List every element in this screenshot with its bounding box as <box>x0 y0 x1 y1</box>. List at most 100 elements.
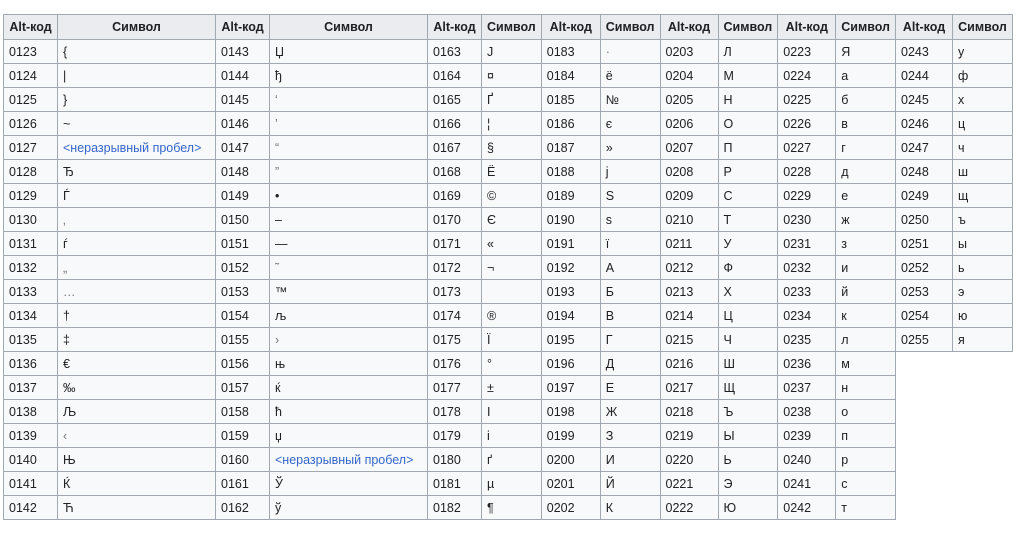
symbol-cell: Ќ <box>57 471 216 496</box>
symbol-cell: ў <box>269 495 428 520</box>
symbol-cell: Ч <box>717 327 779 352</box>
alt-code-cell: 0217 <box>659 375 719 400</box>
alt-code-cell: 0140 <box>3 447 58 472</box>
alt-code-cell: 0230 <box>777 207 837 232</box>
alt-code-cell: 0174 <box>427 303 482 328</box>
alt-code-cell: 0189 <box>540 183 601 208</box>
symbol-cell: І <box>481 399 542 424</box>
alt-code-cell: 0127 <box>3 135 58 160</box>
header-alt-code[interactable]: Alt-код <box>3 14 58 40</box>
alt-code-cell: 0220 <box>659 447 719 472</box>
alt-code-cell: 0184 <box>540 63 601 88</box>
header-symbol[interactable]: Символ <box>269 14 428 40</box>
empty-cell <box>952 423 1013 448</box>
alt-code-cell: 0235 <box>777 327 837 352</box>
symbol-cell: ѕ <box>599 207 661 232</box>
alt-code-cell: 0131 <box>3 231 58 256</box>
alt-code-cell: 0167 <box>427 135 482 160</box>
alt-code-cell: 0170 <box>427 207 482 232</box>
header-alt-code[interactable]: Alt-код <box>777 14 837 40</box>
empty-cell <box>952 495 1013 520</box>
alt-code-cell: 0183 <box>540 39 601 64</box>
symbol-cell: Ѓ <box>57 183 216 208</box>
header-symbol[interactable]: Символ <box>481 14 542 40</box>
symbol-cell: € <box>57 351 216 376</box>
symbol-cell: М <box>717 63 779 88</box>
alt-code-cell: 0162 <box>215 495 270 520</box>
symbol-cell: ® <box>481 303 542 328</box>
alt-code-cell: 0251 <box>895 231 953 256</box>
alt-code-cell: 0155 <box>215 327 270 352</box>
alt-code-cell: 0166 <box>427 111 482 136</box>
alt-code-cell: 0172 <box>427 255 482 280</box>
alt-code-table-container: Alt-код Символ Alt-код Символ Alt-код Символ A… <box>3 14 1013 520</box>
alt-code-cell: 0163 <box>427 39 482 64</box>
alt-code-cell: 0132 <box>3 255 58 280</box>
alt-code-cell: 0231 <box>777 231 837 256</box>
alt-code-cell: 0247 <box>895 135 953 160</box>
alt-code-cell: 0219 <box>659 423 719 448</box>
alt-code-cell: 0229 <box>777 183 837 208</box>
symbol-cell: х <box>952 87 1013 112</box>
alt-code-cell: 0246 <box>895 111 953 136</box>
header-alt-code[interactable]: Alt-код <box>895 14 953 40</box>
symbol-cell: я <box>952 327 1013 352</box>
alt-code-cell: 0181 <box>427 471 482 496</box>
table-row: 0128 Ђ 0148” 0168 Ё 0188 ј 0208 Р 0228 д 0248 ш <box>3 159 1013 184</box>
header-symbol[interactable]: Символ <box>717 14 779 40</box>
symbol-cell: ™ <box>269 279 428 304</box>
header-symbol[interactable]: Символ <box>57 14 216 40</box>
alt-code-cell: 0204 <box>659 63 719 88</box>
header-symbol[interactable]: Символ <box>835 14 896 40</box>
table-row: 0136 €0156 њ 0176 ° 0196 Д 0216 Ш 0236 м <box>3 351 1013 376</box>
alt-code-cell: 0147 <box>215 135 270 160</box>
header-alt-code[interactable]: Alt-код <box>540 14 601 40</box>
alt-code-cell: 0185 <box>540 87 601 112</box>
alt-code-cell: 0177 <box>427 375 482 400</box>
table-row: 0130 ‚ 0150–0170 Є 0190 ѕ 0210 Т 0230 ж 0250 ъ <box>3 207 1013 232</box>
header-alt-code[interactable]: Alt-код <box>427 14 482 40</box>
symbol-cell: ђ <box>269 63 428 88</box>
symbol-cell: • <box>269 183 428 208</box>
symbol-cell: … <box>57 279 216 304</box>
table-row: 0139 ‹ 0159 џ 0179 і 0199 З 0219 Ы 0239 п <box>3 423 1013 448</box>
empty-cell <box>895 495 953 520</box>
alt-code-cell: 0168 <box>427 159 482 184</box>
symbol-cell: Ж <box>599 399 661 424</box>
symbol-cell: ’ <box>269 111 428 136</box>
alt-code-cell: 0248 <box>895 159 953 184</box>
symbol-cell: ґ <box>481 447 542 472</box>
alt-code-cell: 0130 <box>3 207 58 232</box>
alt-code-cell: 0182 <box>427 495 482 520</box>
alt-code-cell: 0221 <box>659 471 719 496</box>
alt-code-cell: 0210 <box>659 207 719 232</box>
symbol-cell: ” <box>269 159 428 184</box>
symbol-cell: ѓ <box>57 231 216 256</box>
symbol-cell: ы <box>952 231 1013 256</box>
symbol-cell: А <box>599 255 661 280</box>
header-alt-code[interactable]: Alt-код <box>659 14 719 40</box>
alt-code-cell: 0186 <box>540 111 601 136</box>
nbsp-link[interactable]: <неразрывный пробел> <box>269 447 428 472</box>
symbol-cell: № <box>599 87 661 112</box>
table-row: 0135 ‡ 0155 › 0175 Ї 0195 Г 0215 Ч 0235 л 0255 я <box>3 327 1013 352</box>
table-row: 0133… 0153 ™ 0173 0193 Б 0213 Х 0233 й 0253 э <box>3 279 1013 304</box>
symbol-cell: Щ <box>717 375 779 400</box>
table-row: 0137 ‰ 0157 ќ 0177 ±0197 Е 0217 Щ 0237 н <box>3 375 1013 400</box>
header-alt-code[interactable]: Alt-код <box>215 14 270 40</box>
symbol-cell: Э <box>717 471 779 496</box>
symbol-cell <box>481 279 542 304</box>
symbol-cell: Ј <box>481 39 542 64</box>
symbol-cell: ё <box>599 63 661 88</box>
symbol-cell: г <box>835 135 896 160</box>
symbol-cell: ‰ <box>57 375 216 400</box>
header-symbol[interactable]: Символ <box>599 14 661 40</box>
empty-cell <box>952 399 1013 424</box>
alt-code-cell: 0178 <box>427 399 482 424</box>
alt-code-cell: 0222 <box>659 495 719 520</box>
symbol-cell: ц <box>952 111 1013 136</box>
symbol-cell: ~ <box>57 111 216 136</box>
alt-code-cell: 0213 <box>659 279 719 304</box>
header-symbol[interactable]: Символ <box>952 14 1013 40</box>
nbsp-link[interactable]: <неразрывный пробел> <box>57 135 216 160</box>
